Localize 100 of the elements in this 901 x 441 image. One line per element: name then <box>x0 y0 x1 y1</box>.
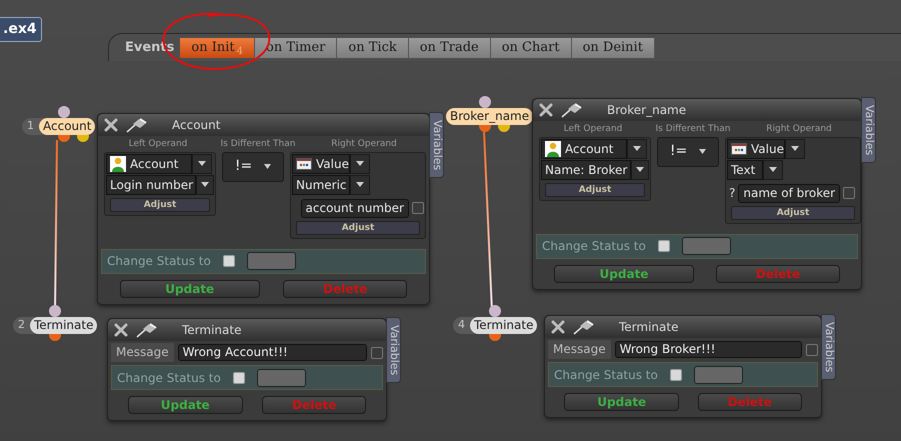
node-label[interactable]: Broker_name <box>446 108 534 125</box>
checkbox[interactable] <box>670 368 682 380</box>
close-icon[interactable] <box>104 118 118 132</box>
node-pill[interactable]: 1 Account <box>22 118 96 135</box>
caret-icon <box>636 167 644 172</box>
status-label: Change Status to <box>542 238 646 255</box>
operand-label: Right Operand <box>330 138 398 151</box>
node-label[interactable]: Account <box>39 118 96 135</box>
dropdown-field[interactable]: Text <box>727 160 763 180</box>
operand-label: Left Operand <box>128 138 188 151</box>
dropdown-caret[interactable] <box>350 154 370 174</box>
dropdown-caret[interactable] <box>627 138 647 158</box>
adjust-button[interactable]: Adjust <box>545 182 645 196</box>
value-icon <box>731 142 747 154</box>
caret-icon <box>356 161 364 166</box>
caret-icon <box>699 149 706 154</box>
checkbox[interactable] <box>658 240 670 252</box>
event-tab[interactable]: on Trade <box>408 38 491 58</box>
dropdown-caret[interactable] <box>192 154 212 174</box>
dropdown-caret[interactable] <box>785 138 805 158</box>
node-pill[interactable]: 4 Terminate <box>453 317 538 334</box>
variables-tab[interactable]: Variables <box>821 314 836 380</box>
panel-title: Terminate <box>182 322 242 339</box>
status-field[interactable] <box>246 252 296 270</box>
message-field[interactable]: Wrong Account!!! <box>178 344 367 361</box>
close-icon[interactable] <box>551 320 565 334</box>
pin-icon[interactable] <box>573 319 595 335</box>
adjust-button[interactable]: Adjust <box>731 206 855 220</box>
node-number: 2 <box>17 317 26 334</box>
caret-icon <box>264 164 272 169</box>
checkbox[interactable] <box>412 202 424 214</box>
input-port-icon[interactable] <box>57 105 71 118</box>
prefix-label: ? <box>729 185 736 202</box>
operand-label: Right Operand <box>765 123 833 136</box>
operator-dropdown[interactable]: != <box>222 152 284 182</box>
status-field[interactable] <box>256 368 306 386</box>
message-label: Message <box>548 340 611 359</box>
text-input[interactable]: name of broker <box>738 184 840 202</box>
dropdown-field[interactable]: Login number <box>106 174 196 194</box>
checkbox[interactable] <box>806 344 818 356</box>
output-ports-drawing[interactable] <box>57 135 90 142</box>
variables-tab[interactable]: Variables <box>429 112 444 178</box>
text-input[interactable]: account number <box>300 198 409 218</box>
dropdown-field[interactable]: Name: Broker <box>541 160 631 180</box>
adjust-button[interactable]: Adjust <box>296 220 420 234</box>
input-port-icon[interactable] <box>488 304 502 317</box>
dropdown-caret[interactable] <box>763 160 783 180</box>
dropdown-field[interactable]: Value <box>727 138 785 158</box>
node-number: 4 <box>457 317 466 334</box>
caret-icon <box>791 146 799 151</box>
update-button[interactable]: Update <box>554 264 694 282</box>
pin-icon[interactable] <box>126 117 148 133</box>
pin-icon[interactable] <box>561 102 583 118</box>
node-label[interactable]: Terminate <box>470 317 538 334</box>
dropdown-field[interactable]: Value <box>292 154 350 174</box>
dropdown-caret[interactable] <box>631 160 649 180</box>
operand-label: Is Different Than <box>654 123 732 136</box>
person-icon <box>545 140 561 156</box>
caret-icon <box>633 146 641 151</box>
checkbox[interactable] <box>232 372 245 384</box>
event-tab[interactable]: on Deinit <box>572 38 655 58</box>
variables-tab[interactable]: Variables <box>386 317 401 383</box>
checkbox[interactable] <box>222 255 235 267</box>
node-number: 1 <box>26 118 35 134</box>
status-label: Change Status to <box>107 253 211 270</box>
checkbox[interactable] <box>371 346 383 358</box>
close-icon[interactable] <box>539 103 553 117</box>
input-port-icon[interactable] <box>48 304 62 317</box>
update-button[interactable]: Update <box>128 396 243 414</box>
caret-icon <box>356 182 364 187</box>
caret-icon <box>769 167 777 172</box>
input-port-icon[interactable] <box>478 95 492 108</box>
dropdown-caret[interactable] <box>196 174 214 194</box>
dropdown-field[interactable]: Account <box>541 138 627 158</box>
operator-dropdown[interactable]: != <box>657 136 719 166</box>
adjust-button[interactable]: Adjust <box>110 198 210 212</box>
caret-icon <box>198 161 206 166</box>
update-button[interactable]: Update <box>564 393 680 411</box>
operand-label: Is Different Than <box>220 138 296 151</box>
variables-tab[interactable]: Variables <box>861 97 876 163</box>
output-ports-drawing[interactable] <box>478 125 511 132</box>
status-label: Change Status to <box>554 366 658 384</box>
value-icon <box>296 158 312 170</box>
message-field[interactable]: Wrong Broker!!! <box>614 341 802 358</box>
checkbox[interactable] <box>843 187 856 199</box>
dropdown-field[interactable]: Account <box>106 154 192 174</box>
dropdown-caret[interactable] <box>350 174 370 194</box>
caret-icon <box>201 182 209 187</box>
close-icon[interactable] <box>114 323 128 337</box>
status-field[interactable] <box>694 366 743 384</box>
update-button[interactable]: Update <box>120 280 260 298</box>
node-pill[interactable]: 2 Terminate <box>13 317 98 334</box>
event-tab[interactable]: on Chart <box>490 38 572 58</box>
status-field[interactable] <box>682 237 731 255</box>
pin-icon[interactable] <box>136 322 158 338</box>
file-label: .ex4 <box>0 17 42 42</box>
node-label[interactable]: Terminate <box>30 317 98 334</box>
event-tab[interactable]: on Tick <box>337 38 409 58</box>
dropdown-field[interactable]: Numeric <box>292 174 350 194</box>
status-label: Change Status to <box>117 370 221 386</box>
